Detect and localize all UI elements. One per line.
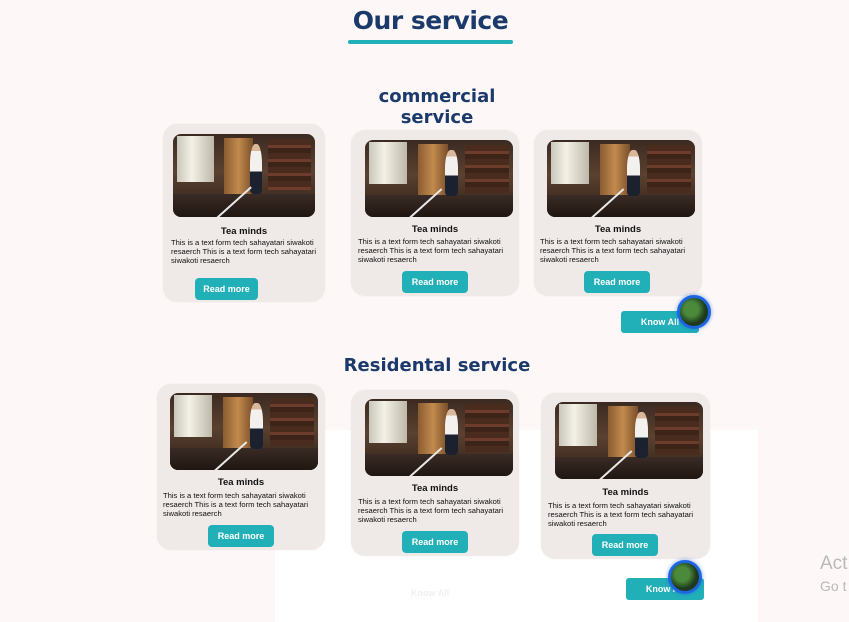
residential-card-1: Tea minds This is a text form tech sahay… [157,384,325,550]
activation-watermark: Act Go t [820,553,847,597]
watermark-line-2: Go t [820,578,847,594]
card-title: Tea minds [411,224,459,235]
card-title: Tea minds [594,224,642,235]
read-more-button[interactable]: Read more [402,271,468,293]
residential-card-2: Tea minds This is a text form tech sahay… [351,390,519,556]
cleaning-man-photo [555,402,703,479]
commercial-card-2: Tea minds This is a text form tech sahay… [351,130,519,296]
watermark-line-1: Act [820,553,848,574]
cleaning-man-photo [173,134,315,217]
read-more-button[interactable]: Read more [208,525,274,547]
residential-section-title: Residental service [343,355,531,376]
cleaning-man-photo [547,140,695,217]
read-more-button[interactable]: Read more [592,534,658,556]
card-description: This is a text form tech sahayatari siwa… [358,237,504,264]
ghost-know-all-text: Know All [411,588,450,598]
commercial-section-title: commercial service [378,86,496,128]
card-description: This is a text form tech sahayatari siwa… [548,501,694,528]
read-more-button[interactable]: Read more [402,531,468,553]
page-title: Our service [352,6,509,35]
commercial-card-1: Tea minds This is a text form tech sahay… [163,124,325,302]
card-description: This is a text form tech sahayatari siwa… [540,237,686,264]
read-more-button[interactable]: Read more [584,271,650,293]
card-description: This is a text form tech sahayatari siwa… [171,238,317,265]
card-title: Tea minds [220,226,268,237]
card-title: Tea minds [411,483,459,494]
read-more-button[interactable]: Read more [195,278,258,300]
cleaning-man-photo [170,393,318,470]
cleaning-man-photo [365,140,513,217]
residential-card-3: Tea minds This is a text form tech sahay… [541,393,710,559]
cleaning-man-photo [365,399,513,476]
card-description: This is a text form tech sahayatari siwa… [358,497,504,524]
chat-bubble-icon[interactable] [677,295,711,329]
chat-bubble-icon[interactable] [668,560,702,594]
card-title: Tea minds [602,487,649,498]
commercial-card-3: Tea minds This is a text form tech sahay… [534,130,702,296]
card-title: Tea minds [217,477,265,488]
card-description: This is a text form tech sahayatari siwa… [163,491,309,518]
title-underline [348,40,513,44]
